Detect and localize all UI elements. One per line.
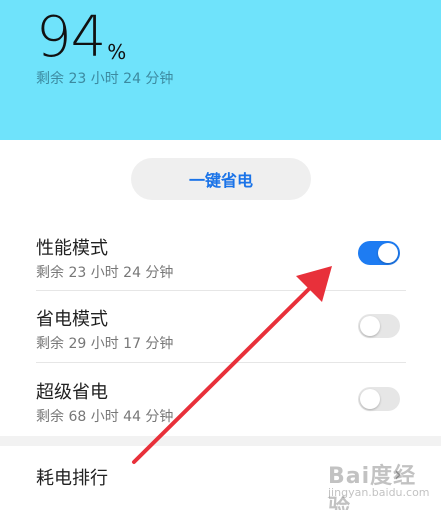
battery-settings-screen: 94 % 剩余 23 小时 24 分钟 一键省电 性能模式 剩余 23 小时 2… — [0, 0, 441, 510]
mode-row-power-saving[interactable]: 省电模式 剩余 29 小时 17 分钟 — [36, 293, 406, 365]
mode-remaining: 剩余 29 小时 17 分钟 — [36, 336, 174, 352]
mode-title: 超级省电 — [36, 382, 108, 403]
row-divider — [36, 362, 406, 363]
battery-level: 94 % — [36, 6, 126, 70]
performance-mode-toggle[interactable] — [358, 241, 400, 265]
battery-percent-value: 94 — [36, 5, 106, 70]
watermark-url: jingyan.baidu.com — [328, 486, 430, 499]
battery-percent-unit: % — [107, 40, 127, 64]
battery-remaining-time: 剩余 23 小时 24 分钟 — [36, 71, 174, 87]
mode-title: 性能模式 — [36, 238, 108, 259]
mode-row-performance[interactable]: 性能模式 剩余 23 小时 24 分钟 — [36, 222, 406, 294]
power-saving-mode-toggle[interactable] — [358, 314, 400, 338]
row-divider — [36, 290, 406, 291]
baidu-jingyan-watermark: Bai度经验 jingyan.baidu.com — [318, 456, 436, 510]
power-usage-ranking-label: 耗电排行 — [36, 468, 108, 489]
super-power-saving-toggle[interactable] — [358, 387, 400, 411]
mode-title: 省电模式 — [36, 309, 108, 330]
mode-remaining: 剩余 23 小时 24 分钟 — [36, 265, 174, 281]
toggle-knob — [378, 243, 398, 263]
section-separator — [0, 436, 441, 446]
toggle-knob — [360, 316, 380, 336]
watermark-logo: Bai度经验 — [328, 464, 417, 510]
mode-row-super-power-saving[interactable]: 超级省电 剩余 68 小时 44 分钟 — [36, 366, 406, 438]
one-tap-power-save-button[interactable]: 一键省电 — [131, 158, 311, 200]
mode-remaining: 剩余 68 小时 44 分钟 — [36, 409, 174, 425]
toggle-knob — [360, 389, 380, 409]
battery-header: 94 % 剩余 23 小时 24 分钟 — [0, 0, 441, 140]
